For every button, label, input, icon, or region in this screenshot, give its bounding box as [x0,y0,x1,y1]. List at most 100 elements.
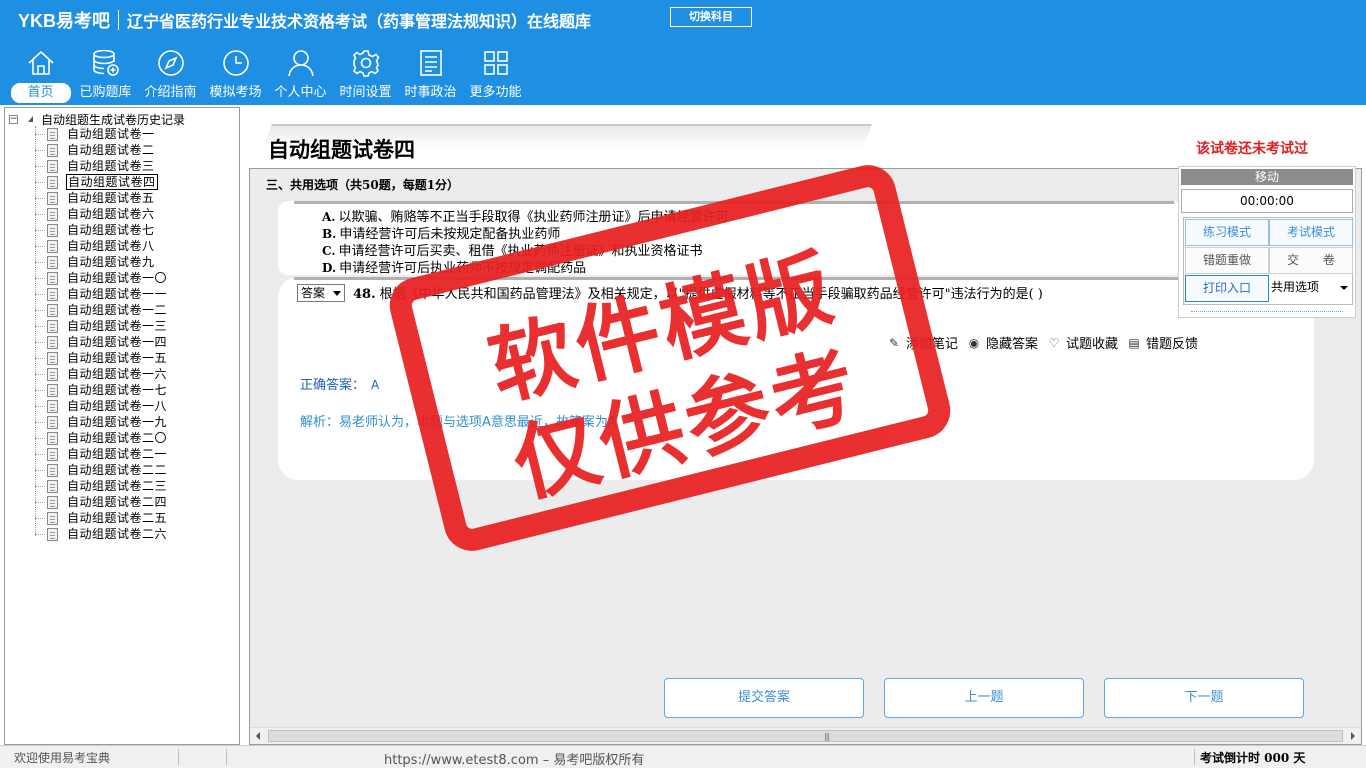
tree-item-paper[interactable]: 自动组题试卷一五 [35,350,168,366]
toolbar-personal[interactable]: 个人中心 [268,48,333,103]
collapse-icon[interactable]: − [9,114,18,124]
tree-item-paper[interactable]: 自动组题试卷一四 [35,334,168,350]
tree-item-label: 自动组题试卷二六 [67,527,168,541]
document-icon [47,143,58,157]
practice-mode-button[interactable]: 练习模式 [1185,219,1269,246]
tree-item-paper[interactable]: 自动组题试卷九 [35,254,168,270]
switch-subject-button[interactable]: 切换科目 [670,7,752,27]
toolbar-more[interactable]: 更多功能 [463,48,528,103]
tree-item-paper[interactable]: 自动组题试卷二二 [35,462,168,478]
submit-answer-button[interactable]: 提交答案 [664,678,864,718]
tree-item-paper[interactable]: 自动组题试卷七 [35,222,168,238]
tree-item-label: 自动组题试卷一 [67,127,155,141]
next-question-button[interactable]: 下一题 [1104,678,1304,718]
home-icon [27,50,54,75]
tree-branch-line [35,277,45,279]
tree-item-paper[interactable]: 自动组题试卷二一 [35,446,168,462]
tree-item-paper[interactable]: 自动组题试卷二六 [35,526,168,542]
toolbar-mock-exam[interactable]: 模拟考场 [203,48,268,103]
tree-item-paper[interactable]: 自动组题试卷一 [35,126,168,142]
tree-branch-line [35,373,45,375]
tree-item-paper[interactable]: 自动组题试卷一一 [35,286,168,302]
tree-item-paper[interactable]: 自动组题试卷五 [35,190,168,206]
folder-icon [28,116,33,122]
tree-branch-line [35,293,45,295]
tree-branch-line [35,213,45,215]
tree-item-paper[interactable]: 自动组题试卷二三 [35,478,168,494]
tree-item-paper[interactable]: 自动组题试卷八 [35,238,168,254]
tree-branch-line [35,389,45,391]
clock-icon [222,50,249,76]
document-icon [47,303,58,317]
toolbar-label: 介绍指南 [144,85,197,100]
tree-item-paper[interactable]: 自动组题试卷二五 [35,510,168,526]
tree-item-paper[interactable]: 自动组题试卷六 [35,206,168,222]
tree-root[interactable]: − 自动组题生成试卷历史记录 [9,112,186,127]
tree-item-label: 自动组题试卷一三 [67,319,168,333]
exam-mode-button[interactable]: 考试模式 [1269,219,1353,246]
redo-wrong-button[interactable]: 错题重做 [1185,247,1269,274]
tree-branch-line [35,469,45,471]
document-icon [47,367,58,381]
chevron-down-icon [333,291,341,296]
tree-branch-line [35,453,45,455]
tree-item-label: 自动组题试卷一八 [67,399,168,413]
scrollbar-thumb[interactable]: ||| [268,730,1343,742]
toolbar-time-settings[interactable]: 时间设置 [333,48,398,103]
tree-item-paper[interactable]: 自动组题试卷三 [35,158,168,174]
document-icon [47,463,58,477]
toolbar-label: 首页 [10,83,71,103]
tree-item-paper[interactable]: 自动组题试卷一二 [35,302,168,318]
tree-item-paper[interactable]: 自动组题试卷二〇 [35,430,168,446]
scroll-left-icon[interactable] [256,732,260,740]
prev-question-button[interactable]: 上一题 [884,678,1084,718]
shared-options-dropdown[interactable]: 共用选项 [1269,275,1351,302]
tree-branch-line [35,485,45,487]
scroll-right-icon[interactable] [1351,732,1355,740]
move-handle[interactable]: 移动 [1181,169,1353,185]
error-feedback-button[interactable]: ▤ 错题反馈 [1128,333,1198,353]
document-icon [47,207,58,221]
submit-paper-button[interactable]: 交 卷 [1269,247,1353,274]
answer-select[interactable]: 答案 [297,284,345,302]
gear-icon [352,50,379,77]
paper-history-tree[interactable]: − 自动组题生成试卷历史记录 自动组题试卷一 自动组题试卷二 自动组题试卷三 自动组题… [4,107,240,745]
main-toolbar: 首页 已购题库 介绍指南 模拟考场 个人中心 时间设置 时事政治 更多功能 [8,48,528,103]
tree-item-list: 自动组题试卷一 自动组题试卷二 自动组题试卷三 自动组题试卷四 自动组题试卷五 自动组题试… [35,126,168,542]
tree-item-paper[interactable]: 自动组题试卷一七 [35,382,168,398]
toolbar-label: 时事政治 [404,85,457,100]
exam-countdown: 考试倒计时 000 天 [1200,751,1306,765]
document-icon [47,223,58,237]
tree-item-label: 自动组题试卷一七 [67,383,168,397]
print-entry-button[interactable]: 打印入口 [1185,275,1269,302]
tree-branch-line [35,341,45,343]
status-divider [1194,749,1195,765]
hide-answer-button[interactable]: ◉ 隐藏答案 [968,333,1038,353]
tree-root-label: 自动组题生成试卷历史记录 [41,112,186,127]
tree-item-label: 自动组题试卷一〇 [67,271,168,285]
tree-item-paper[interactable]: 自动组题试卷一九 [35,414,168,430]
toolbar-current-affairs[interactable]: 时事政治 [398,48,463,103]
tree-item-paper[interactable]: 自动组题试卷四 [35,174,168,190]
exam-timer: 00:00:00 [1181,189,1353,213]
tree-item-label: 自动组题试卷一六 [67,367,168,381]
document-icon [47,495,58,509]
tree-item-paper[interactable]: 自动组题试卷二四 [35,494,168,510]
tree-item-paper[interactable]: 自动组题试卷一三 [35,318,168,334]
status-divider [178,749,179,765]
tree-item-paper[interactable]: 自动组题试卷一六 [35,366,168,382]
tree-item-label: 自动组题试卷一四 [67,335,168,349]
toolbar-home[interactable]: 首页 [8,48,73,103]
tree-item-paper[interactable]: 自动组题试卷二 [35,142,168,158]
tree-item-paper[interactable]: 自动组题试卷一八 [35,398,168,414]
document-icon [47,399,58,413]
favorite-question-button[interactable]: ♡ 试题收藏 [1048,333,1118,353]
toolbar-purchased[interactable]: 已购题库 [73,48,138,103]
horizontal-scrollbar[interactable]: ||| [250,727,1361,744]
tree-item-label: 自动组题试卷一一 [67,287,168,301]
copyright-url: https://www.etest8.com – 易考吧版权所有 [384,753,645,768]
tree-branch-line [35,421,45,423]
toolbar-guide[interactable]: 介绍指南 [138,48,203,103]
document-icon [47,127,58,141]
tree-item-paper[interactable]: 自动组题试卷一〇 [35,270,168,286]
